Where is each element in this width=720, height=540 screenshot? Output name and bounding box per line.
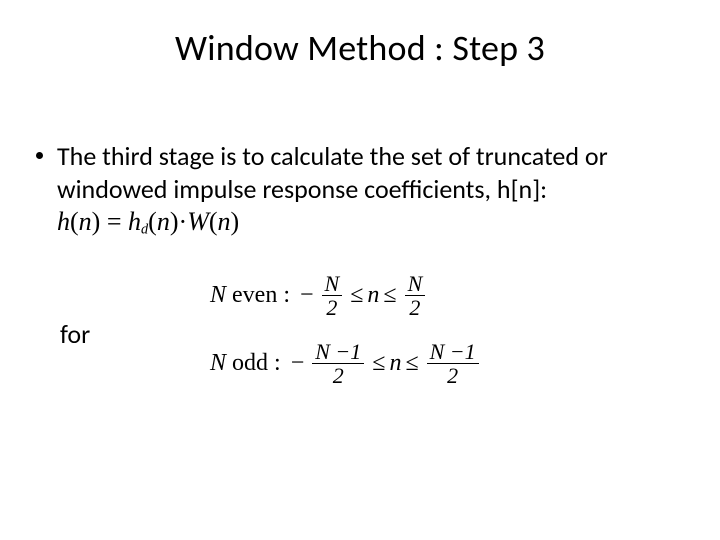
bullet-dot-icon xyxy=(36,152,43,159)
odd-num1: N −1 xyxy=(312,340,364,363)
body-area: The third stage is to calculate the set … xyxy=(36,140,684,251)
even-num1: N xyxy=(322,272,343,295)
bullet-text: The third stage is to calculate the set … xyxy=(57,140,684,239)
even-den1: 2 xyxy=(323,296,340,319)
even-word: even : xyxy=(226,282,290,308)
condition-odd: N odd : − N −1 2 ≤ n ≤ N −1 2 xyxy=(210,340,483,387)
even-N: N xyxy=(210,282,226,308)
slide-title: Window Method : Step 3 xyxy=(0,26,720,70)
even-neg: − xyxy=(300,282,314,309)
even-den2: 2 xyxy=(406,296,423,319)
odd-num2: N −1 xyxy=(427,340,479,363)
eq-n1: n xyxy=(79,207,92,236)
odd-le1: ≤ xyxy=(372,350,385,377)
eq-hd-h: h xyxy=(128,207,141,236)
odd-neg: − xyxy=(291,350,305,377)
odd-word: odd : xyxy=(226,350,281,376)
equation-h-eq-hdW: h(n) = hd(n)·W(n) xyxy=(57,207,239,236)
eq-n3: n xyxy=(218,207,231,236)
condition-even: N even : − N 2 ≤ n ≤ N 2 xyxy=(210,272,429,319)
even-n: n xyxy=(367,282,379,309)
bullet-item: The third stage is to calculate the set … xyxy=(36,140,684,239)
eq-dot: · xyxy=(179,207,188,236)
even-num2: N xyxy=(405,272,426,295)
even-le1: ≤ xyxy=(350,282,363,309)
odd-frac-right: N −1 2 xyxy=(427,340,479,387)
even-frac-left: N 2 xyxy=(322,272,343,319)
odd-N: N xyxy=(210,350,226,376)
eq-equals: = xyxy=(107,207,122,236)
eq-n2: n xyxy=(157,207,170,236)
odd-n: n xyxy=(389,350,401,377)
odd-le2: ≤ xyxy=(405,350,418,377)
bullet-copy: The third stage is to calculate the set … xyxy=(57,140,608,205)
odd-den2: 2 xyxy=(444,364,461,387)
for-label: for xyxy=(60,318,90,350)
slide: Window Method : Step 3 The third stage i… xyxy=(0,0,720,540)
odd-den1: 2 xyxy=(330,364,347,387)
eq-h: h xyxy=(57,207,70,236)
even-frac-right: N 2 xyxy=(405,272,426,319)
even-le2: ≤ xyxy=(383,282,396,309)
odd-frac-left: N −1 2 xyxy=(312,340,364,387)
eq-W: W xyxy=(187,207,209,236)
